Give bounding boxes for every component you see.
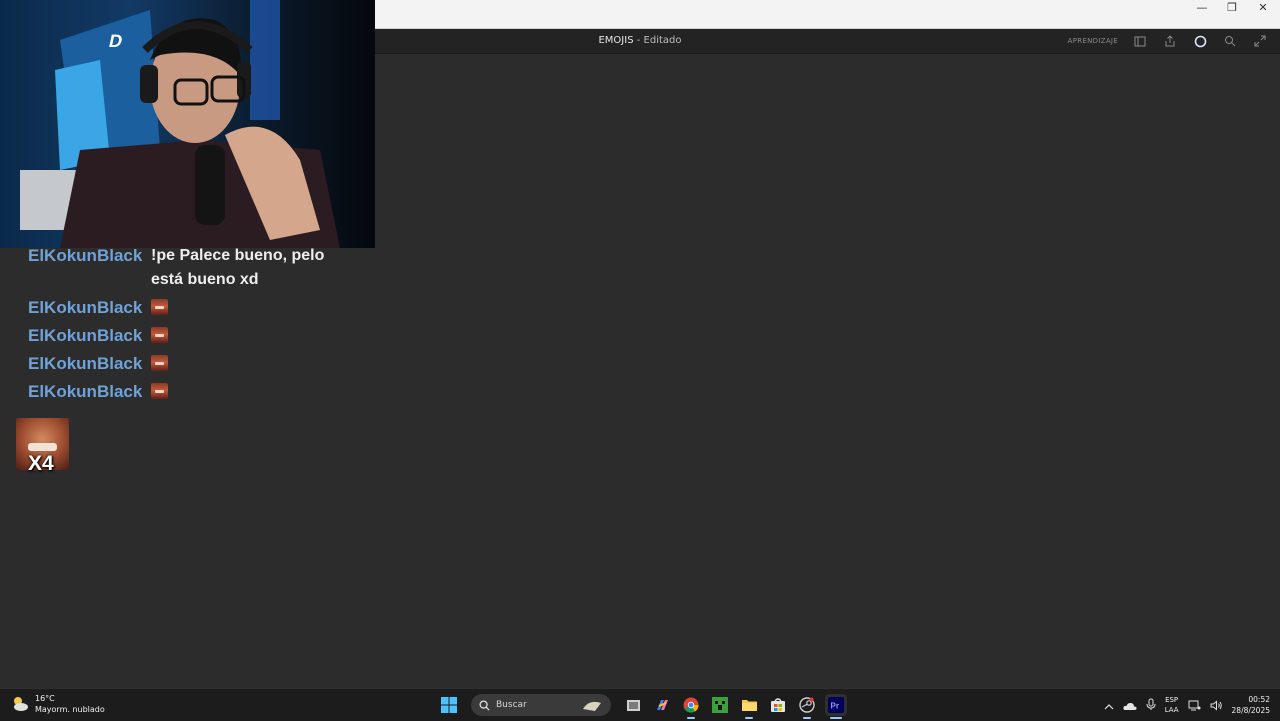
task-view-icon[interactable] <box>622 694 644 716</box>
combo-counter: X4 <box>28 452 54 475</box>
clock-time: 00:52 <box>1248 695 1270 704</box>
chat-username: ElKokunBlack <box>28 326 143 345</box>
minimize-button[interactable]: — <box>1187 0 1217 14</box>
keyboard-layout: LAA <box>1164 706 1179 714</box>
chat-username: ElKokunBlack <box>28 298 143 317</box>
laughing-emote-icon <box>151 299 168 315</box>
system-clock[interactable]: 00:52 28/8/2025 <box>1232 694 1270 716</box>
chat-message: ElKokunBlack <box>28 380 368 404</box>
running-indicator <box>745 717 753 719</box>
laughing-emote-icon <box>151 355 168 371</box>
chat-username: ElKokunBlack <box>28 382 143 401</box>
panel-icon[interactable] <box>1132 33 1148 49</box>
running-indicator <box>687 717 695 719</box>
close-button[interactable]: ✕ <box>1248 0 1278 14</box>
weather-widget[interactable]: 16°C Mayorm. nublado <box>10 693 105 715</box>
search-highlight-icon <box>583 701 601 711</box>
copilot-icon[interactable] <box>651 694 673 716</box>
chat-username: ElKokunBlack <box>28 354 143 373</box>
windows-start-icon[interactable] <box>438 694 460 716</box>
store-icon[interactable] <box>767 694 789 716</box>
search-placeholder: Buscar <box>496 700 527 710</box>
edit-status: Editado <box>643 35 682 46</box>
progress-icon[interactable] <box>1192 33 1208 49</box>
svg-text:Pr: Pr <box>831 702 839 711</box>
fullscreen-icon[interactable] <box>1252 33 1268 49</box>
restore-button[interactable]: ❐ <box>1217 0 1247 14</box>
weather-description: Mayorm. nublado <box>35 705 105 714</box>
laughing-emote-icon <box>151 383 168 399</box>
input-language[interactable]: ESP LAA <box>1165 695 1179 715</box>
laughing-emote-icon <box>151 327 168 343</box>
taskbar: 16°C Mayorm. nublado Buscar Pr ESP LAA 0… <box>0 688 1280 721</box>
premiere-icon[interactable]: Pr <box>825 694 847 719</box>
search-icon <box>479 699 490 711</box>
clock-date: 28/8/2025 <box>1231 706 1270 715</box>
network-icon[interactable] <box>1188 696 1201 715</box>
chat-message: ElKokunBlack <box>28 324 368 348</box>
volume-icon[interactable] <box>1210 696 1223 715</box>
chat-overlay: ElKokunBlack !pe Palece bueno, pelo está… <box>28 244 368 408</box>
language-code: ESP <box>1165 696 1179 704</box>
chat-message: ElKokunBlack !pe Palece bueno, pelo está… <box>28 244 368 292</box>
project-name: EMOJIS <box>598 35 634 46</box>
cloudy-weather-icon <box>14 697 28 711</box>
chat-message: ElKokunBlack <box>28 296 368 320</box>
taskbar-apps: Buscar Pr <box>438 693 847 719</box>
minecraft-icon[interactable] <box>709 694 731 716</box>
chat-username: ElKokunBlack <box>28 246 143 265</box>
steam-icon[interactable] <box>796 694 818 719</box>
file-explorer-icon[interactable] <box>738 694 760 719</box>
chat-text: !pe Palece bueno, pelo está bueno xd <box>151 247 325 288</box>
share-icon[interactable] <box>1162 33 1178 49</box>
chrome-icon[interactable] <box>680 694 702 719</box>
system-tray: ESP LAA 00:52 28/8/2025 <box>1104 692 1270 718</box>
running-indicator <box>803 717 811 719</box>
learn-tab[interactable]: APRENDIZAJE <box>1068 37 1118 45</box>
taskbar-search[interactable]: Buscar <box>471 694 611 716</box>
chevron-up-icon[interactable] <box>1104 696 1114 715</box>
search-icon[interactable] <box>1222 33 1238 49</box>
title-separator: - <box>636 35 641 46</box>
onedrive-icon[interactable] <box>1123 696 1137 715</box>
webcam-feed: D <box>0 0 375 248</box>
microphone-icon[interactable] <box>1146 696 1156 715</box>
weather-temperature: 16°C <box>35 694 55 703</box>
running-indicator <box>830 717 842 719</box>
emote-combo-alert: X4 <box>16 418 70 478</box>
chat-message: ElKokunBlack <box>28 352 368 376</box>
